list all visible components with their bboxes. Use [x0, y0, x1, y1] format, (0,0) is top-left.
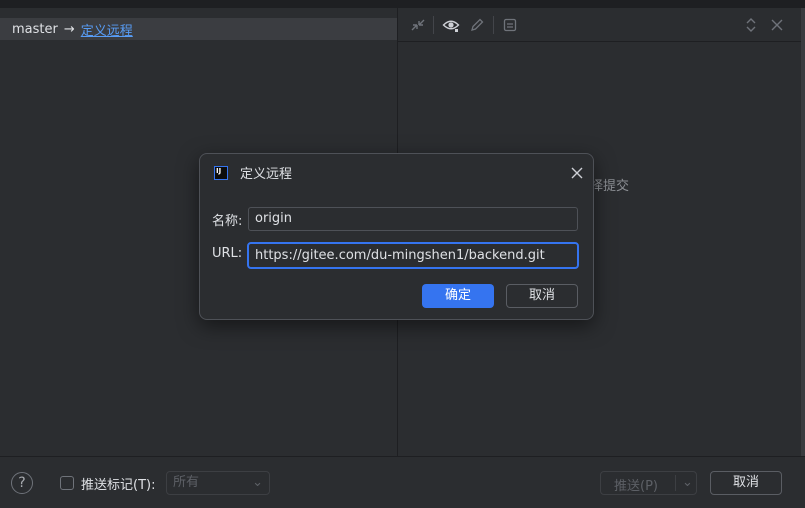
toolbar-separator	[433, 16, 434, 34]
footer-bar: ? 推送标记(T): 所有 ⌄ 推送(P) ⌄ 取消	[0, 456, 805, 508]
chevron-down-icon[interactable]: ⌄	[682, 475, 693, 490]
pencil-icon[interactable]	[468, 16, 486, 34]
arrow-icon: →	[63, 21, 75, 37]
scrollbar[interactable]	[801, 8, 805, 456]
local-branch-label: master	[12, 21, 58, 37]
push-button[interactable]: 推送(P) ⌄	[600, 471, 697, 495]
help-icon: ?	[18, 475, 26, 491]
url-input[interactable]: https://gitee.com/du-mingshen1/backend.g…	[247, 242, 579, 269]
expand-collapse-icon[interactable]	[742, 16, 760, 34]
url-label: URL:	[212, 246, 243, 261]
help-button[interactable]: ?	[11, 472, 33, 494]
name-label: 名称:	[212, 214, 243, 229]
push-tags-label[interactable]: 推送标记(T):	[81, 474, 155, 493]
tags-select[interactable]: 所有 ⌄	[166, 471, 270, 495]
tags-select-value: 所有	[173, 475, 200, 490]
dialog-title: 定义远程	[240, 167, 293, 182]
push-button-label: 推送(P)	[614, 479, 658, 494]
branch-row[interactable]: master → 定义远程	[0, 18, 397, 40]
ok-button[interactable]: 确定	[422, 284, 494, 308]
define-remote-link[interactable]: 定义远程	[81, 20, 133, 39]
changes-toolbar	[398, 8, 805, 42]
dialog-cancel-button[interactable]: 取消	[506, 284, 578, 308]
cancel-button[interactable]: 取消	[710, 471, 782, 495]
layout-icon[interactable]	[501, 16, 519, 34]
chevron-down-icon: ⌄	[252, 475, 263, 490]
empty-selection-text: 择提交	[590, 179, 630, 194]
dialog-close-icon[interactable]	[569, 165, 585, 181]
push-tags-checkbox[interactable]	[60, 476, 74, 490]
define-remote-dialog: IJ 定义远程 名称: origin URL: https://gitee.co…	[199, 153, 594, 320]
name-input[interactable]: origin	[248, 207, 578, 231]
app-logo-icon: IJ	[214, 166, 228, 180]
split-divider	[675, 475, 676, 491]
toolbar-separator	[493, 16, 494, 34]
window-top-strip	[0, 0, 805, 8]
close-icon[interactable]	[768, 16, 786, 34]
eye-icon[interactable]	[442, 16, 460, 34]
collapse-icon[interactable]	[409, 16, 427, 34]
